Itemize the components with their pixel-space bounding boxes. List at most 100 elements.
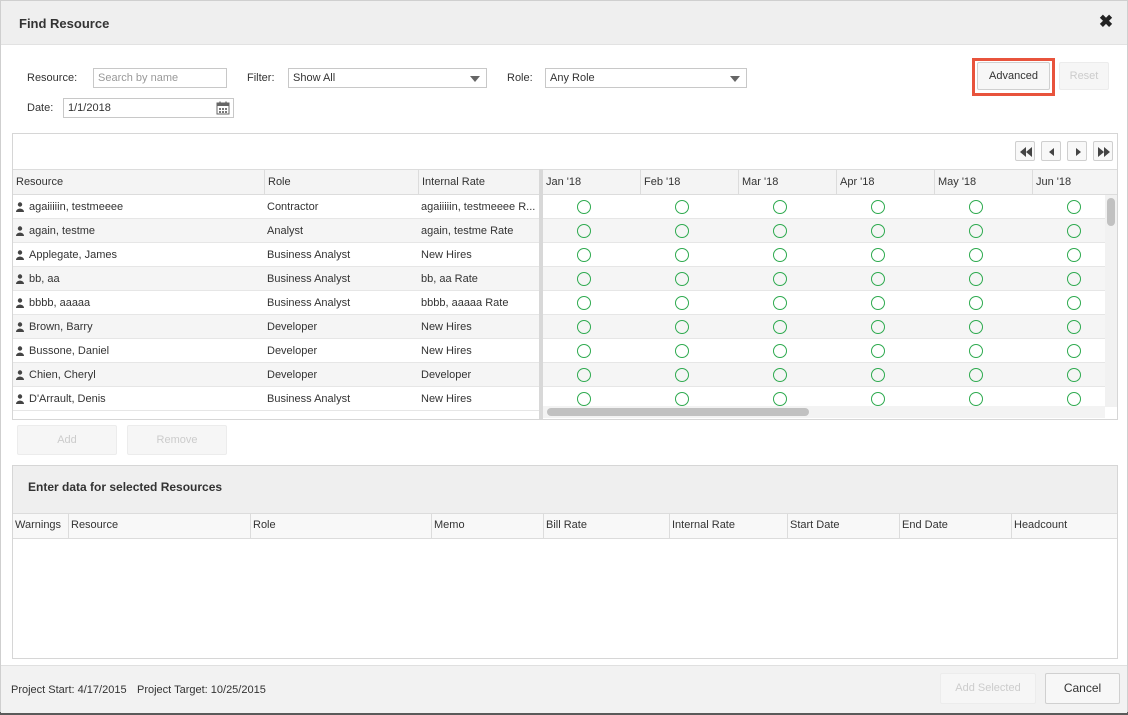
col-header-bill-rate[interactable]: Bill Rate xyxy=(544,514,670,539)
person-icon xyxy=(16,274,24,284)
availability-circle-icon[interactable] xyxy=(1067,344,1081,358)
availability-circle-icon[interactable] xyxy=(871,272,885,286)
availability-circle-icon[interactable] xyxy=(773,320,787,334)
remove-button[interactable]: Remove xyxy=(127,425,227,455)
availability-circle-icon[interactable] xyxy=(675,200,689,214)
reset-button[interactable]: Reset xyxy=(1059,62,1109,90)
timeline-row xyxy=(543,267,1105,291)
role-select[interactable]: Any Role xyxy=(545,68,747,88)
table-row[interactable]: Chien, Cheryl Developer Developer xyxy=(13,363,540,387)
availability-circle-icon[interactable] xyxy=(675,368,689,382)
col-header-warnings[interactable]: Warnings xyxy=(13,514,69,539)
availability-circle-icon[interactable] xyxy=(871,224,885,238)
availability-circle-icon[interactable] xyxy=(1067,248,1081,262)
availability-circle-icon[interactable] xyxy=(577,248,591,262)
col-header-start-date[interactable]: Start Date xyxy=(788,514,900,539)
availability-circle-icon[interactable] xyxy=(871,320,885,334)
availability-circle-icon[interactable] xyxy=(773,224,787,238)
availability-circle-icon[interactable] xyxy=(675,248,689,262)
availability-circle-icon[interactable] xyxy=(871,344,885,358)
availability-circle-icon[interactable] xyxy=(969,392,983,406)
availability-circle-icon[interactable] xyxy=(577,200,591,214)
table-row[interactable]: Brown, Barry Developer New Hires xyxy=(13,315,540,339)
availability-circle-icon[interactable] xyxy=(969,224,983,238)
availability-circle-icon[interactable] xyxy=(773,248,787,262)
availability-circle-icon[interactable] xyxy=(577,392,591,406)
availability-circle-icon[interactable] xyxy=(773,344,787,358)
availability-circle-icon[interactable] xyxy=(675,344,689,358)
table-row[interactable]: agaiiiiin, testmeeee Contractor agaiiiiin,… xyxy=(13,195,540,219)
add-selected-button[interactable]: Add Selected xyxy=(940,673,1036,704)
availability-circle-icon[interactable] xyxy=(969,200,983,214)
vertical-scroll-thumb[interactable] xyxy=(1107,198,1115,226)
first-page-button[interactable] xyxy=(1015,141,1035,161)
availability-circle-icon[interactable] xyxy=(577,296,591,310)
availability-circle-icon[interactable] xyxy=(969,296,983,310)
availability-circle-icon[interactable] xyxy=(871,200,885,214)
availability-circle-icon[interactable] xyxy=(1067,200,1081,214)
availability-circle-icon[interactable] xyxy=(969,368,983,382)
col-header-headcount[interactable]: Headcount xyxy=(1012,514,1117,539)
timeline-row xyxy=(543,339,1105,363)
next-page-button[interactable] xyxy=(1067,141,1087,161)
availability-circle-icon[interactable] xyxy=(577,320,591,334)
table-row[interactable]: bb, aa Business Analyst bb, aa Rate xyxy=(13,267,540,291)
resource-search-input[interactable] xyxy=(93,68,227,88)
table-row[interactable]: Applegate, James Business Analyst New Hire… xyxy=(13,243,540,267)
pane-splitter[interactable] xyxy=(539,169,543,419)
availability-circle-icon[interactable] xyxy=(675,224,689,238)
availability-circle-icon[interactable] xyxy=(1067,392,1081,406)
availability-circle-icon[interactable] xyxy=(773,368,787,382)
availability-circle-icon[interactable] xyxy=(773,392,787,406)
availability-circle-icon[interactable] xyxy=(969,320,983,334)
availability-circle-icon[interactable] xyxy=(871,248,885,262)
availability-circle-icon[interactable] xyxy=(675,320,689,334)
table-row[interactable]: again, testme Analyst again, testme Rate xyxy=(13,219,540,243)
availability-circle-icon[interactable] xyxy=(577,224,591,238)
close-icon[interactable]: ✖ xyxy=(1097,13,1115,31)
availability-circle-icon[interactable] xyxy=(773,200,787,214)
availability-circle-icon[interactable] xyxy=(1067,368,1081,382)
availability-circle-icon[interactable] xyxy=(773,296,787,310)
availability-circle-icon[interactable] xyxy=(577,368,591,382)
col-header-internal-rate[interactable]: Internal Rate xyxy=(670,514,788,539)
availability-circle-icon[interactable] xyxy=(675,392,689,406)
filter-select[interactable]: Show All xyxy=(288,68,487,88)
resource-name: agaiiiiin, testmeeee xyxy=(29,201,124,213)
availability-circle-icon[interactable] xyxy=(773,272,787,286)
availability-circle-icon[interactable] xyxy=(969,272,983,286)
availability-circle-icon[interactable] xyxy=(1067,224,1081,238)
vertical-scrollbar[interactable] xyxy=(1105,195,1117,407)
col-header-memo[interactable]: Memo xyxy=(432,514,544,539)
availability-circle-icon[interactable] xyxy=(675,296,689,310)
availability-circle-icon[interactable] xyxy=(1067,320,1081,334)
add-button[interactable]: Add xyxy=(17,425,117,455)
availability-circle-icon[interactable] xyxy=(577,344,591,358)
timeline-row xyxy=(543,243,1105,267)
prev-page-button[interactable] xyxy=(1041,141,1061,161)
last-page-button[interactable] xyxy=(1093,141,1113,161)
availability-circle-icon[interactable] xyxy=(1067,272,1081,286)
col-header-role[interactable]: Role xyxy=(265,169,419,195)
table-row[interactable]: D'Arrault, Denis Business Analyst New Hire… xyxy=(13,387,540,411)
availability-circle-icon[interactable] xyxy=(577,272,591,286)
availability-circle-icon[interactable] xyxy=(871,392,885,406)
calendar-icon[interactable] xyxy=(216,101,230,115)
date-field[interactable]: 1/1/2018 xyxy=(63,98,234,118)
col-header-resource[interactable]: Resource xyxy=(69,514,251,539)
availability-circle-icon[interactable] xyxy=(1067,296,1081,310)
availability-circle-icon[interactable] xyxy=(969,344,983,358)
filter-select-value: Show All xyxy=(293,72,336,84)
availability-circle-icon[interactable] xyxy=(871,296,885,310)
col-header-end-date[interactable]: End Date xyxy=(900,514,1012,539)
availability-circle-icon[interactable] xyxy=(871,368,885,382)
col-header-internal-rate[interactable]: Internal Rate xyxy=(419,169,540,195)
horizontal-scroll-thumb[interactable] xyxy=(547,408,809,416)
col-header-resource[interactable]: Resource xyxy=(13,169,265,195)
availability-circle-icon[interactable] xyxy=(969,248,983,262)
table-row[interactable]: bbbb, aaaaa Business Analyst bbbb, aaaaa R… xyxy=(13,291,540,315)
availability-circle-icon[interactable] xyxy=(675,272,689,286)
table-row[interactable]: Bussone, Daniel Developer New Hires xyxy=(13,339,540,363)
cancel-button[interactable]: Cancel xyxy=(1045,673,1120,704)
col-header-role[interactable]: Role xyxy=(251,514,432,539)
